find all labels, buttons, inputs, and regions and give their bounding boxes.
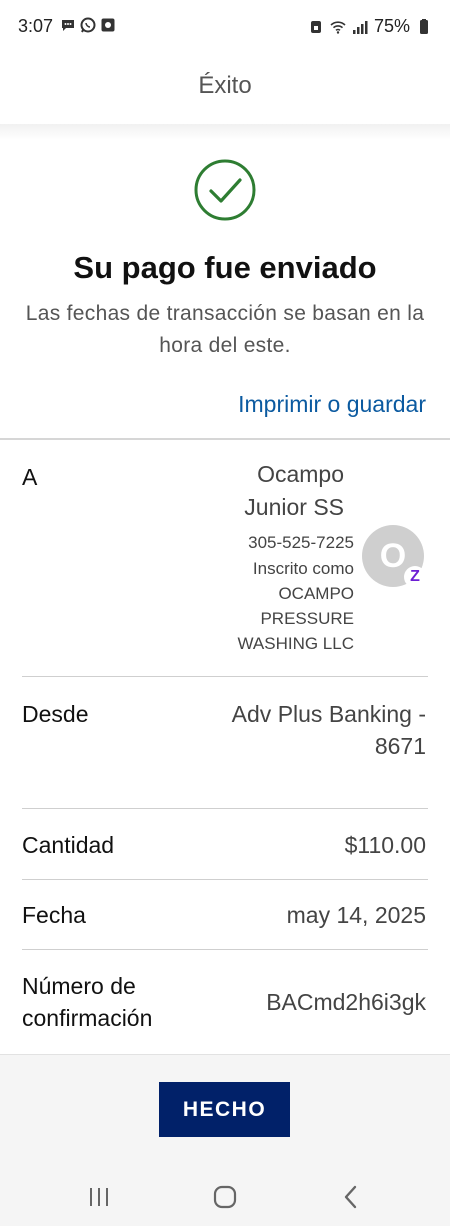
from-label: Desde — [22, 701, 89, 727]
app-header: Éxito — [0, 54, 450, 126]
app-notification-icon — [101, 18, 115, 32]
status-time: 3:07 — [18, 16, 54, 36]
status-bar: 3:07 75% — [0, 0, 450, 54]
confirmation-number-value: BACmd2h6i3gk — [266, 989, 426, 1015]
done-button[interactable]: HECHO — [159, 1082, 290, 1137]
recipient-name: Ocampo Junior SS — [244, 461, 344, 520]
recent-apps-icon[interactable] — [82, 1180, 116, 1214]
row-divider — [22, 808, 428, 809]
system-status: 75% — [308, 16, 432, 37]
confirmation-number-label: Número de confirmación — [22, 973, 153, 1031]
header-shadow — [0, 124, 450, 140]
date-value: may 14, 2025 — [286, 902, 426, 928]
confirmation-subtitle: Las fechas de transacción se basan en la… — [25, 302, 425, 357]
print-or-save-link[interactable]: Imprimir o guardar — [238, 391, 426, 418]
whatsapp-icon — [80, 17, 96, 33]
home-icon[interactable] — [208, 1180, 242, 1214]
battery-percent: 75% — [373, 16, 410, 36]
from-account: Adv Plus Banking - 8671 — [231, 701, 426, 759]
recipient-details: Ocampo Junior SS 305-525-7225 Inscrito c… — [204, 458, 354, 656]
confirmation-title: Su pago fue enviado — [73, 250, 377, 285]
row-divider — [22, 676, 428, 677]
battery-icon — [420, 18, 428, 34]
recipient-phone: 305-525-7225 — [248, 533, 354, 552]
section-divider — [0, 438, 450, 440]
row-divider — [22, 879, 428, 880]
chat-bubble-icon — [62, 20, 74, 31]
back-icon[interactable] — [334, 1180, 368, 1214]
notification-icons — [60, 17, 116, 33]
recipient-enrolled-as: Inscrito como OCAMPO PRESSURE WASHING LL… — [237, 559, 354, 653]
date-label: Fecha — [22, 902, 86, 928]
sim-lock-icon — [310, 20, 321, 33]
footer: HECHO — [0, 1054, 450, 1166]
wifi-icon — [330, 20, 346, 34]
amount-value: $110.00 — [344, 832, 426, 858]
zelle-icon: Z — [404, 566, 426, 588]
row-divider — [22, 949, 428, 950]
page-title: Éxito — [198, 72, 252, 99]
success-check-icon — [194, 159, 256, 221]
system-nav-bar — [0, 1166, 450, 1226]
to-label: A — [22, 464, 38, 490]
signal-icon — [352, 20, 368, 34]
amount-label: Cantidad — [22, 832, 115, 858]
